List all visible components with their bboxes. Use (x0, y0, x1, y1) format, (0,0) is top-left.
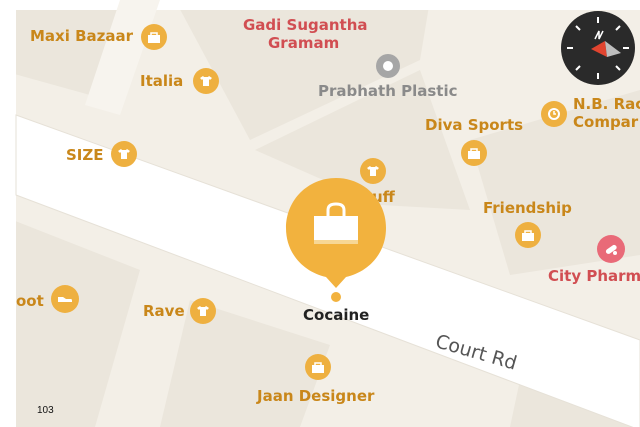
poi-label-partial-oot[interactable]: oot (16, 293, 44, 310)
shopping-bag-icon[interactable] (461, 140, 487, 166)
poi-label-gadi-sugantha-line2[interactable]: Gramam (268, 35, 339, 52)
shopping-bag-icon[interactable] (141, 24, 167, 50)
selected-place-pin[interactable] (284, 176, 388, 304)
compass-icon (567, 17, 629, 79)
pills-icon[interactable] (597, 235, 625, 263)
poi-label-nb-rad-line2[interactable]: Compar (573, 114, 638, 131)
selected-place-label[interactable]: Cocaine (303, 307, 369, 324)
shopping-bag-icon[interactable] (515, 222, 541, 248)
shoe-icon[interactable] (51, 285, 79, 313)
watch-icon[interactable] (541, 101, 567, 127)
map-view[interactable]: Court Rd Maxi Bazaar Gadi Sugantha Grama… (0, 0, 640, 427)
poi-label-gadi-sugantha-line1[interactable]: Gadi Sugantha (243, 17, 368, 34)
poi-label-friendship[interactable]: Friendship (483, 200, 572, 217)
shirt-icon[interactable] (111, 141, 137, 167)
dot-icon[interactable] (376, 54, 400, 78)
poi-label-size[interactable]: SIZE (66, 147, 104, 164)
poi-label-rave[interactable]: Rave (143, 303, 185, 320)
shopping-bag-icon[interactable] (305, 354, 331, 380)
shirt-icon[interactable] (190, 298, 216, 324)
map-scale-label: 103 (37, 405, 54, 416)
poi-label-nb-rad-line1[interactable]: N.B. Rac (573, 96, 640, 113)
poi-label-diva-sports[interactable]: Diva Sports (425, 117, 523, 134)
poi-label-city-pharm[interactable]: City Pharm (548, 268, 640, 285)
shopping-bag-icon (312, 202, 360, 244)
poi-label-italia[interactable]: Italia (140, 73, 183, 90)
shirt-icon[interactable] (193, 68, 219, 94)
poi-label-prabhath-plastic[interactable]: Prabhath Plastic (318, 83, 458, 100)
compass-button[interactable] (561, 11, 635, 85)
poi-label-jaan-designer[interactable]: Jaan Designer (257, 388, 374, 405)
poi-label-maxi-bazaar[interactable]: Maxi Bazaar (30, 28, 133, 45)
